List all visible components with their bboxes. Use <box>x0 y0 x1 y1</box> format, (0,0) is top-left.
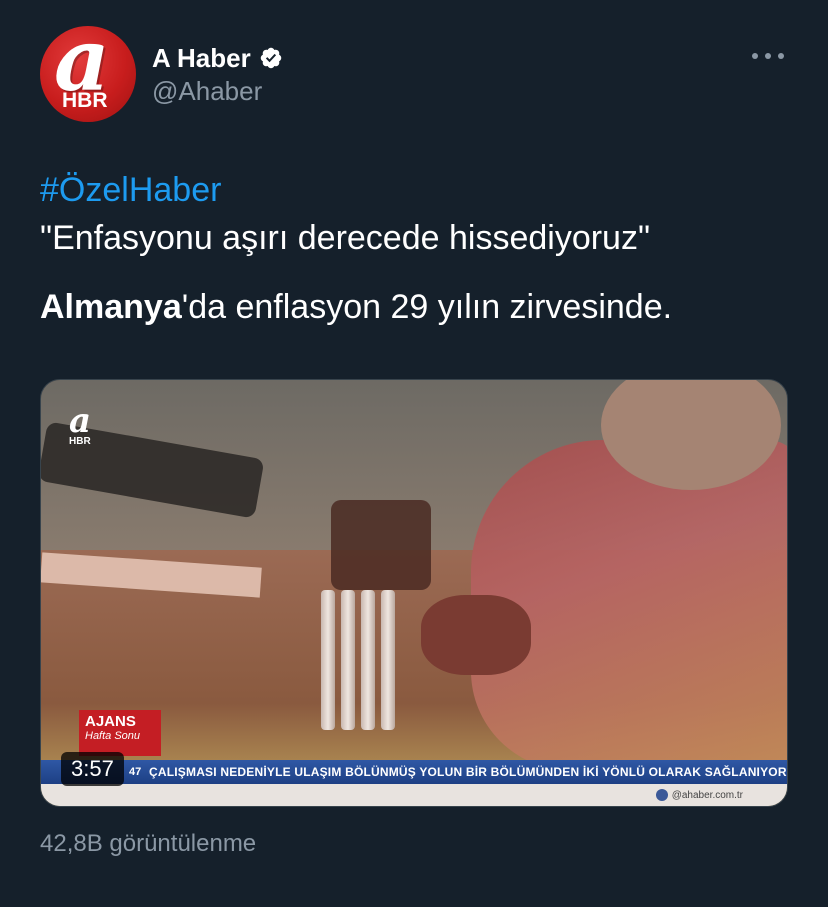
tweet-text: #ÖzelHaber "Enfasyonu aşırı derecede his… <box>40 168 800 329</box>
verified-badge-icon <box>260 47 281 69</box>
headline-bold-word: Almanya <box>40 288 182 326</box>
display-name[interactable]: A Haber <box>152 43 251 74</box>
site-bar: @ahaber.com.tr <box>41 784 787 806</box>
user-handle[interactable]: @Ahaber <box>152 76 283 107</box>
avatar[interactable]: a HBR <box>40 26 136 122</box>
ticker-text: ÇALIŞMASI NEDENİYLE ULAŞIM BÖLÜNMÜŞ YOLU… <box>149 765 787 779</box>
facebook-icon <box>655 789 668 801</box>
hashtag-link[interactable]: #ÖzelHaber <box>40 168 800 212</box>
tweet-quote: "Enfasyonu aşırı derecede hissediyoruz" <box>40 219 651 257</box>
tweet-header: a HBR A Haber @Ahaber <box>40 26 788 122</box>
program-badge: AJANS Hafta Sonu <box>79 710 161 756</box>
author-info: A Haber @Ahaber <box>152 42 283 107</box>
tweet-headline: Almanya'da enflasyon 29 yılın zirvesinde… <box>40 285 800 329</box>
view-count: 42,8B görüntülenme <box>40 830 257 857</box>
avatar-text: HBR <box>62 89 108 112</box>
program-subtitle: Hafta Sonu <box>85 730 141 742</box>
video-player[interactable]: a HBR AJANS Hafta Sonu 47 ÇALIŞMASI NEDE… <box>40 379 788 807</box>
more-options-icon[interactable] <box>752 46 784 66</box>
news-ticker: 47 ÇALIŞMASI NEDENİYLE ULAŞIM BÖLÜNMÜŞ Y… <box>41 760 787 784</box>
site-url: @ahaber.com.tr <box>671 789 743 801</box>
channel-logo: a HBR <box>69 401 92 447</box>
video-duration: 3:57 <box>61 752 124 786</box>
program-name: AJANS <box>85 713 136 730</box>
headline-rest: 'da enflasyon 29 yılın zirvesinde. <box>181 288 673 326</box>
